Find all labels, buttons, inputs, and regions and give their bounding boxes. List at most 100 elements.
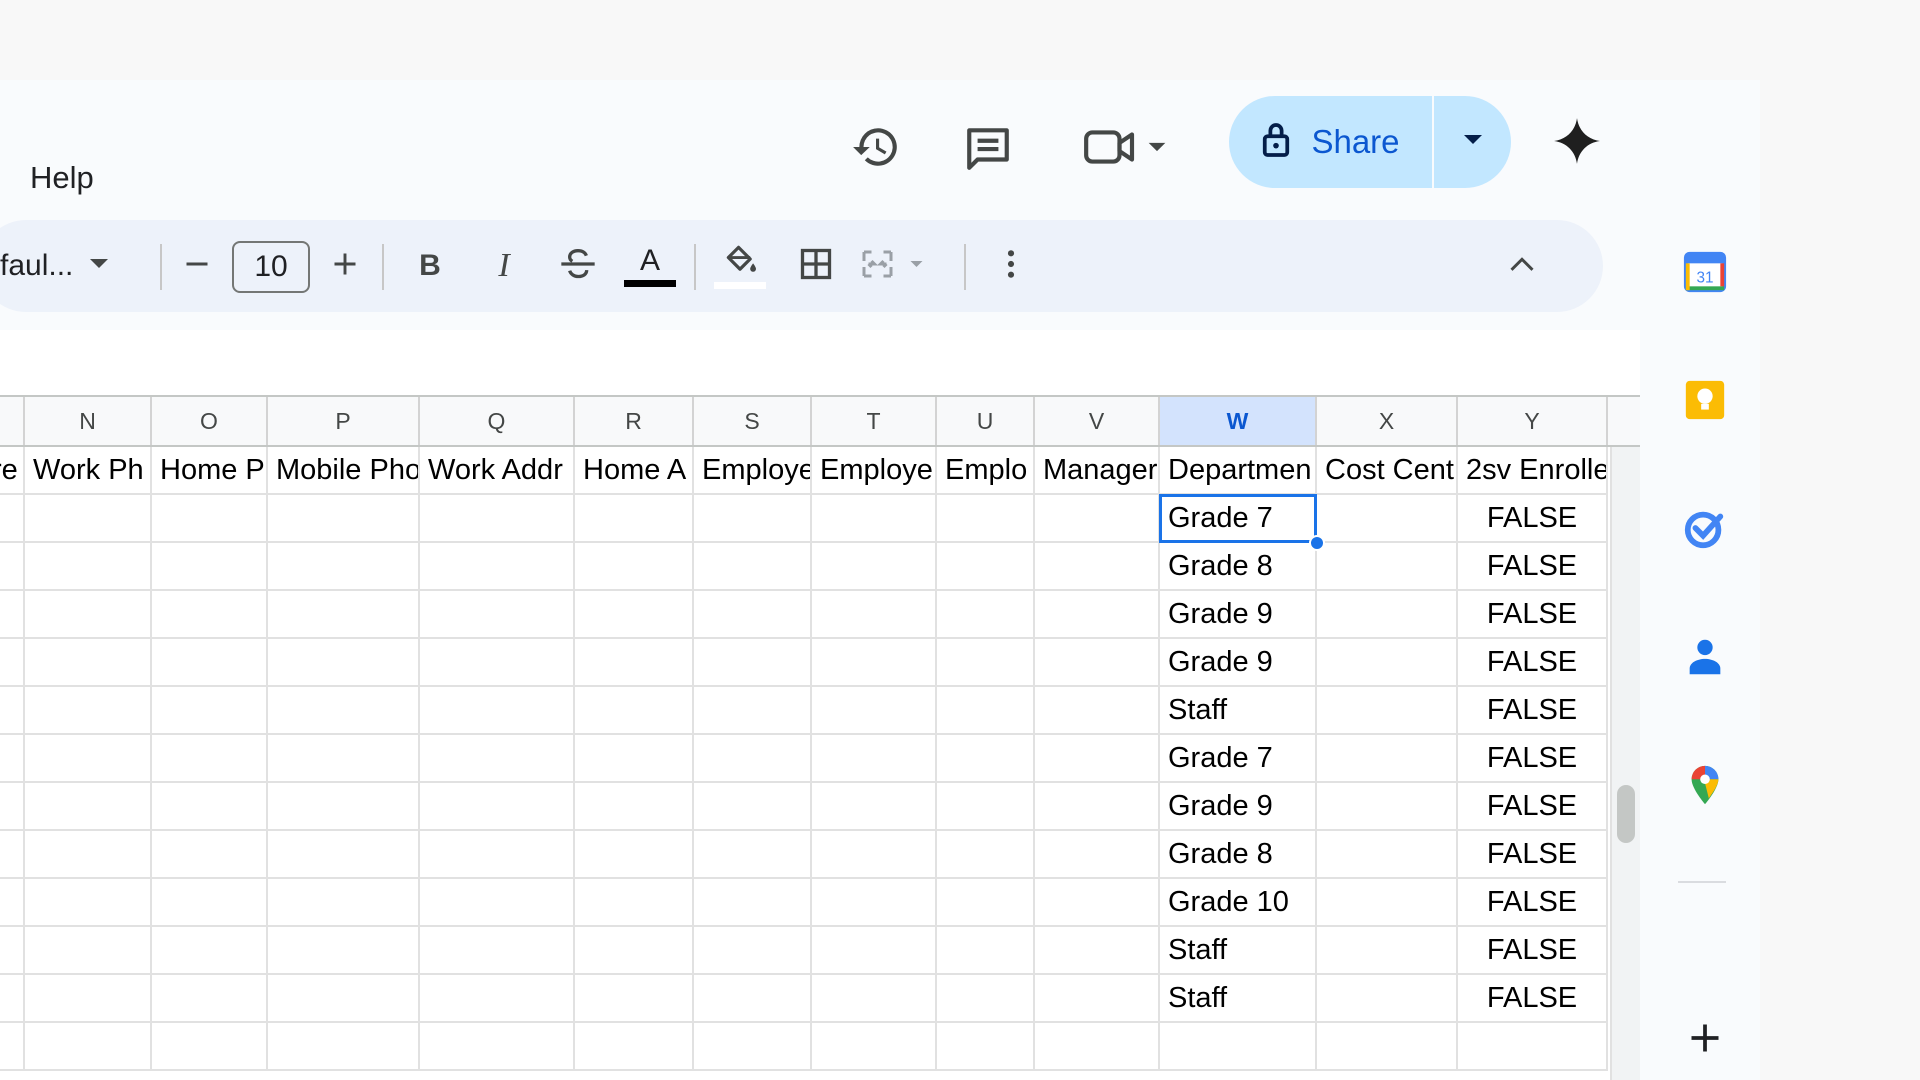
table-cell[interactable]: Grade 9 [1160, 639, 1317, 687]
table-cell[interactable] [1035, 591, 1160, 639]
italic-button[interactable]: I [474, 220, 534, 312]
table-cell[interactable] [25, 687, 152, 735]
table-cell[interactable]: FALSE [1458, 879, 1608, 927]
table-cell[interactable]: Grade 7 [1160, 495, 1317, 543]
table-cell[interactable] [0, 927, 25, 975]
table-cell[interactable] [937, 543, 1035, 591]
table-cell[interactable]: Grade 7 [1160, 735, 1317, 783]
fill-handle[interactable] [1309, 535, 1325, 551]
header-cell[interactable]: Emplo [937, 447, 1035, 495]
table-cell[interactable] [152, 735, 268, 783]
table-cell[interactable] [152, 591, 268, 639]
table-cell[interactable] [694, 735, 812, 783]
header-cell[interactable]: Mobile Pho [268, 447, 420, 495]
table-cell[interactable]: Staff [1160, 927, 1317, 975]
spreadsheet-grid[interactable]: NOPQRSTUVWXY reWork PhHome PMobile PhoWo… [0, 330, 1640, 1080]
table-cell[interactable] [1317, 735, 1458, 783]
table-cell[interactable] [575, 879, 694, 927]
table-cell[interactable] [1317, 591, 1458, 639]
header-cell[interactable]: Manager [1035, 447, 1160, 495]
table-cell[interactable] [152, 639, 268, 687]
column-header-S[interactable]: S [694, 397, 812, 445]
header-cell[interactable]: Work Addr [420, 447, 575, 495]
borders-button[interactable] [786, 220, 846, 312]
table-cell[interactable] [937, 927, 1035, 975]
table-cell[interactable] [694, 831, 812, 879]
table-cell[interactable] [1160, 1023, 1317, 1071]
column-header-O[interactable]: O [152, 397, 268, 445]
gemini-icon[interactable] [1546, 110, 1608, 172]
table-cell[interactable] [1035, 687, 1160, 735]
table-cell[interactable]: FALSE [1458, 591, 1608, 639]
table-cell[interactable] [25, 927, 152, 975]
header-cell[interactable]: Departmen [1160, 447, 1317, 495]
table-cell[interactable] [0, 1023, 25, 1071]
table-cell[interactable] [575, 735, 694, 783]
more-options-button[interactable] [986, 220, 1036, 312]
table-cell[interactable]: FALSE [1458, 639, 1608, 687]
column-header-T[interactable]: T [812, 397, 937, 445]
table-cell[interactable] [575, 975, 694, 1023]
table-cell[interactable] [268, 879, 420, 927]
table-cell[interactable] [268, 495, 420, 543]
table-cell[interactable]: Staff [1160, 687, 1317, 735]
table-cell[interactable]: FALSE [1458, 927, 1608, 975]
comment-icon[interactable] [958, 117, 1018, 177]
column-header-V[interactable]: V [1035, 397, 1160, 445]
table-cell[interactable] [694, 783, 812, 831]
table-cell[interactable]: FALSE [1458, 975, 1608, 1023]
table-cell[interactable] [268, 735, 420, 783]
table-cell[interactable] [268, 783, 420, 831]
maps-icon[interactable] [1680, 760, 1730, 810]
table-cell[interactable] [1035, 831, 1160, 879]
table-cell[interactable] [0, 831, 25, 879]
table-cell[interactable] [812, 687, 937, 735]
table-cell[interactable] [812, 879, 937, 927]
table-cell[interactable] [694, 687, 812, 735]
table-cell[interactable] [420, 831, 575, 879]
column-header-U[interactable]: U [937, 397, 1035, 445]
table-cell[interactable] [1035, 975, 1160, 1023]
table-cell[interactable]: FALSE [1458, 735, 1608, 783]
table-cell[interactable] [420, 687, 575, 735]
table-cell[interactable] [575, 927, 694, 975]
table-cell[interactable] [25, 495, 152, 543]
table-cell[interactable] [0, 687, 25, 735]
table-cell[interactable] [575, 1023, 694, 1071]
column-header-partial[interactable] [0, 397, 25, 445]
font-select[interactable]: faul... [0, 220, 112, 312]
share-button[interactable]: Share [1229, 96, 1434, 188]
share-dropdown-button[interactable] [1434, 96, 1511, 188]
table-cell[interactable]: Grade 8 [1160, 831, 1317, 879]
table-cell[interactable] [25, 879, 152, 927]
table-cell[interactable] [268, 687, 420, 735]
header-cell[interactable]: 2sv Enrolle [1458, 447, 1608, 495]
video-camera-icon[interactable] [1078, 117, 1186, 177]
table-cell[interactable] [694, 591, 812, 639]
table-cell[interactable] [152, 831, 268, 879]
table-cell[interactable] [812, 1023, 937, 1071]
table-cell[interactable] [420, 591, 575, 639]
fill-color-button[interactable] [710, 220, 770, 312]
contacts-icon[interactable] [1680, 632, 1730, 682]
table-cell[interactable] [152, 687, 268, 735]
table-cell[interactable] [25, 591, 152, 639]
table-cell[interactable] [25, 735, 152, 783]
table-cell[interactable] [25, 783, 152, 831]
table-cell[interactable] [420, 927, 575, 975]
table-cell[interactable] [812, 591, 937, 639]
table-cell[interactable] [0, 783, 25, 831]
table-cell[interactable] [1317, 831, 1458, 879]
table-cell[interactable] [937, 687, 1035, 735]
table-cell[interactable] [0, 975, 25, 1023]
table-cell[interactable] [1317, 783, 1458, 831]
table-cell[interactable] [812, 975, 937, 1023]
keep-icon[interactable] [1680, 375, 1730, 425]
table-cell[interactable] [268, 591, 420, 639]
table-cell[interactable] [152, 879, 268, 927]
table-cell[interactable] [420, 975, 575, 1023]
table-cell[interactable] [1317, 1023, 1458, 1071]
table-cell[interactable] [1035, 783, 1160, 831]
vertical-scrollbar[interactable] [1617, 785, 1635, 843]
table-cell[interactable] [25, 831, 152, 879]
